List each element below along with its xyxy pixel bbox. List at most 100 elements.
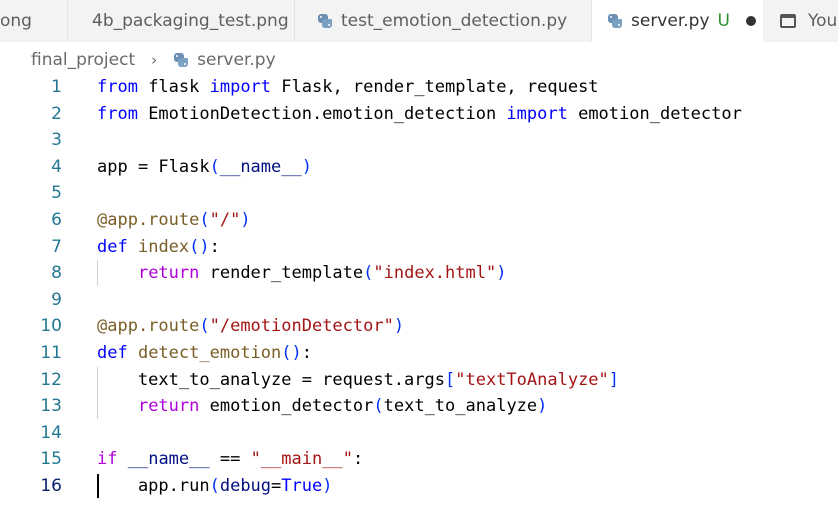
tab-server-py-active[interactable]: server.py U	[592, 0, 763, 42]
code-line[interactable]: 1 from flask import Flask, render_templat…	[0, 74, 838, 100]
code-token: (	[373, 396, 384, 417]
line-number: 3	[51, 130, 62, 151]
code-token: app = Flask	[97, 156, 210, 177]
code-token: app.run	[97, 476, 210, 496]
code-line[interactable]: 10 @app.route("/emotionDetector")	[0, 313, 838, 339]
code-token: detect_emotion	[137, 343, 282, 363]
code-text: return render_template("index.html")	[97, 260, 507, 286]
python-file-icon	[173, 52, 189, 68]
code-token: )	[537, 396, 548, 417]
code-token: :	[209, 236, 220, 257]
code-text: if __name__ == "__main__":	[97, 446, 363, 472]
code-token: (	[199, 210, 210, 230]
unsaved-dot-icon[interactable]	[745, 16, 756, 26]
code-line[interactable]: 14	[0, 420, 838, 446]
code-text: from EmotionDetection.emotion_detection …	[97, 101, 742, 127]
code-token: :	[301, 343, 312, 363]
code-token: import	[506, 103, 568, 124]
line-number: 6	[51, 210, 62, 230]
chevron-right-icon: ›	[151, 51, 158, 69]
code-token: EmotionDetection.emotion_detection	[137, 103, 507, 124]
code-text: app.run(debug=True)	[97, 473, 333, 499]
code-line[interactable]: 5	[0, 180, 838, 206]
code-token: def	[97, 236, 128, 257]
code-token: "index.html"	[373, 263, 497, 284]
code-token: return	[137, 263, 200, 284]
code-token: ]	[608, 369, 620, 390]
code-line[interactable]: 12 text_to_analyze = request.args["textT…	[0, 366, 838, 393]
line-number: 2	[51, 103, 62, 124]
breadcrumb: final_project › server.py	[31, 47, 276, 73]
code-token: "/"	[209, 210, 241, 230]
untracked-status-badge: U	[717, 11, 730, 31]
code-token: if	[97, 449, 118, 470]
breadcrumb-folder[interactable]: final_project	[31, 50, 135, 70]
code-token: )	[240, 210, 251, 230]
tab-test-emotion-detection[interactable]: test_emotion_detection.py	[295, 0, 592, 42]
code-token: "/emotionDetector"	[209, 316, 394, 337]
code-token: )	[322, 476, 333, 496]
line-number: 1	[51, 77, 62, 97]
code-token: )	[393, 316, 405, 337]
code-line[interactable]: 7 def index():	[0, 234, 838, 260]
tab-png-partial[interactable]: ong	[0, 0, 68, 42]
code-text: @app.route("/")	[97, 207, 251, 233]
code-line[interactable]: 4 app = Flask(__name__)	[0, 154, 838, 180]
python-file-icon	[317, 13, 333, 29]
code-token: (	[209, 156, 220, 177]
code-token: from	[97, 103, 138, 124]
code-text: app = Flask(__name__)	[97, 154, 312, 180]
code-token: @app.route	[97, 316, 200, 337]
code-token: render_template	[199, 263, 364, 284]
code-text: from flask import Flask, render_template…	[97, 74, 599, 100]
code-token: return	[137, 396, 200, 417]
tab-label: 4b_packaging_test.png	[92, 11, 289, 31]
code-token: text_to_analyze	[383, 396, 538, 417]
code-text: def detect_emotion():	[97, 340, 312, 366]
code-text: return emotion_detector(text_to_analyze)	[97, 393, 547, 419]
tab-4b-packaging-test[interactable]: 4b_packaging_test.png	[68, 0, 295, 42]
code-token: )	[496, 263, 507, 284]
code-token: (	[199, 316, 210, 337]
code-token: [	[445, 369, 456, 390]
code-token: import	[209, 77, 272, 97]
code-token: )	[301, 156, 312, 177]
code-line[interactable]: 13 return emotion_detector(text_to_analy…	[0, 393, 838, 420]
tab-label: You	[808, 11, 838, 31]
line-number: 15	[40, 449, 62, 470]
code-token: ()	[189, 236, 210, 257]
code-token: __name__	[127, 449, 210, 470]
code-line[interactable]: 15 if __name__ == "__main__":	[0, 446, 838, 472]
code-token: "textToAnalyze"	[455, 369, 609, 390]
code-line[interactable]: 3	[0, 127, 838, 153]
code-token: text_to_analyze = request.args	[97, 369, 445, 390]
code-line[interactable]: 6 @app.route("/")	[0, 207, 838, 233]
code-line[interactable]: 9	[0, 287, 838, 313]
line-number: 7	[51, 236, 62, 257]
code-token: emotion_detector	[567, 103, 742, 124]
code-line[interactable]: 2 from EmotionDetection.emotion_detection…	[0, 101, 838, 127]
code-token: emotion_detector	[199, 396, 374, 417]
code-line[interactable]: 11 def detect_emotion():	[0, 340, 838, 366]
code-line[interactable]: 8 return render_template("index.html")	[0, 260, 838, 287]
code-editor[interactable]: 1 from flask import Flask, render_templat…	[0, 74, 838, 508]
line-number: 5	[51, 183, 62, 204]
tab-label: test_emotion_detection.py	[341, 11, 568, 31]
line-number: 8	[51, 263, 62, 284]
code-text: text_to_analyze = request.args["textToAn…	[97, 367, 619, 393]
code-token: debug	[219, 476, 272, 496]
code-token: =	[271, 476, 282, 496]
code-token: True	[281, 476, 323, 496]
line-number: 4	[51, 156, 62, 177]
python-file-icon	[607, 13, 623, 29]
line-number: 12	[40, 369, 62, 390]
code-line[interactable]: 16 app.run(debug=True)	[0, 473, 838, 499]
code-token: @app.route	[97, 210, 200, 230]
code-token: (	[209, 476, 220, 496]
code-token: ()	[281, 343, 302, 363]
tab-you-partial[interactable]: You	[763, 0, 838, 42]
line-number: 11	[40, 343, 62, 363]
breadcrumb-file[interactable]: server.py	[197, 50, 276, 70]
